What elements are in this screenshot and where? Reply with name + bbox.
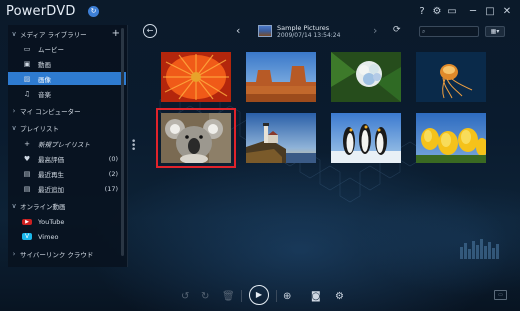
zoom-icon[interactable]: ⊕ — [283, 291, 291, 302]
tv-mode-icon[interactable]: ▭ — [445, 5, 459, 19]
add-library-icon[interactable]: + — [112, 28, 120, 39]
sidebar-item-label: 最近追加 — [38, 185, 64, 194]
toolbar-separator — [241, 290, 242, 302]
sidebar-item-music[interactable]: ♫ 音楽 — [8, 87, 126, 100]
mini-player-button[interactable]: ▭ — [494, 290, 507, 300]
search-icon: ⌕ — [422, 28, 426, 35]
app-title: PowerDVD — [6, 4, 76, 19]
sidebar-item-vimeo[interactable]: V Vimeo — [8, 230, 126, 243]
photo-grid — [155, 52, 505, 168]
sidebar-item-movies[interactable]: ▭ ムービー — [8, 42, 126, 55]
album-thumbnail — [258, 25, 272, 37]
settings-gear-icon[interactable]: ⚙ — [430, 5, 444, 19]
sidebar-item-label: 新規プレイリスト — [38, 140, 90, 149]
help-icon[interactable]: ? — [415, 5, 429, 19]
photo-thumbnail-lighthouse[interactable] — [246, 113, 316, 163]
sidebar-item-label: 動画 — [38, 60, 51, 69]
audio-spectrum-decoration — [460, 239, 499, 259]
item-count: (17) — [104, 184, 118, 193]
item-count: (0) — [108, 154, 118, 163]
album-name: Sample Pictures — [277, 24, 330, 32]
sidebar-item-my-computer[interactable]: › マイ コンピューター — [8, 104, 126, 117]
sidebar-item-label: 音楽 — [38, 90, 51, 99]
sidebar-item-label: サイバーリンク クラウド — [20, 250, 94, 259]
photo-thumbnail-chrysanthemum[interactable] — [161, 52, 231, 102]
sidebar-item-label: マイ コンピューター — [20, 107, 81, 116]
sidebar-item-online-videos[interactable]: ∨ オンライン動画 — [8, 199, 126, 212]
sidebar-item-label: 最近再生 — [38, 170, 64, 179]
minimize-icon[interactable]: ─ — [466, 5, 480, 19]
maximize-icon[interactable]: □ — [483, 5, 497, 19]
recent-list-icon: ▤ — [23, 169, 31, 178]
sidebar-item-new-playlist[interactable]: + 新規プレイリスト — [8, 137, 126, 150]
powerdvd-window: PowerDVD ↻ ? ⚙ ▭ ─ □ ✕ ∨ メディア ライブラリー + ▭… — [0, 0, 520, 311]
sidebar-item-cyberlink-cloud[interactable]: › サイバーリンク クラウド — [8, 247, 126, 260]
sidebar-item-recently-added[interactable]: ▤ 最近追加 (17) — [8, 182, 126, 195]
play-button[interactable]: ▶ — [249, 285, 269, 305]
sidebar-item-recently-played[interactable]: ▤ 最近再生 (2) — [8, 167, 126, 180]
delete-icon[interactable]: 🗑 — [222, 291, 235, 302]
photo-thumbnail-tulips[interactable] — [416, 113, 488, 163]
sidebar-item-top-rated[interactable]: ♥ 最高評価 (0) — [8, 152, 126, 165]
vimeo-icon: V — [22, 233, 32, 240]
toolbar-separator — [276, 290, 277, 302]
view-mode-button[interactable]: ▦▾ — [485, 26, 505, 37]
photo-thumbnail-desert[interactable] — [246, 52, 316, 102]
movie-icon: ▭ — [23, 44, 31, 53]
sidebar-item-label: ムービー — [38, 45, 64, 54]
sidebar-item-label: オンライン動画 — [20, 202, 66, 211]
sidebar-item-label: メディア ライブラリー — [20, 30, 87, 39]
chevron-right-icon: › — [12, 106, 16, 115]
picture-icon: ▨ — [23, 74, 31, 83]
chevron-down-icon: ∨ — [11, 123, 17, 132]
sidebar-scrollbar[interactable] — [121, 28, 124, 256]
chevron-down-icon: ∨ — [11, 29, 17, 38]
photo-thumbnail-penguins[interactable] — [331, 113, 401, 163]
sidebar-item-label: Vimeo — [38, 232, 59, 241]
sidebar-item-media-library[interactable]: ∨ メディア ライブラリー + — [8, 27, 126, 40]
rotate-left-icon[interactable]: ↺ — [181, 291, 189, 302]
sidebar-item-pictures[interactable]: ▨ 画像 — [8, 72, 126, 85]
sidebar-item-playlists[interactable]: ∨ プレイリスト — [8, 121, 126, 134]
plus-icon: + — [24, 139, 30, 148]
sidebar-item-label: 画像 — [38, 75, 51, 84]
chevron-right-icon: › — [12, 249, 16, 258]
rotate-right-icon[interactable]: ↻ — [201, 291, 209, 302]
next-album-button[interactable]: › — [373, 24, 377, 37]
search-input[interactable]: ⌕ — [419, 26, 479, 37]
sidebar-item-label: 最高評価 — [38, 155, 64, 164]
panel-resize-handle[interactable]: • • • — [131, 138, 136, 155]
close-icon[interactable]: ✕ — [500, 5, 514, 19]
photo-thumbnail-jellyfish[interactable] — [416, 52, 486, 102]
youtube-icon: ▶ — [22, 218, 32, 225]
music-icon: ♫ — [23, 89, 31, 98]
vr-mode-icon[interactable]: ◙ — [311, 291, 321, 302]
title-bar: PowerDVD ↻ ? ⚙ ▭ ─ □ ✕ — [0, 0, 520, 24]
sidebar-item-youtube[interactable]: ▶ YouTube — [8, 215, 126, 228]
update-badge-icon[interactable]: ↻ — [88, 6, 99, 17]
item-count: (2) — [108, 169, 118, 178]
chevron-down-icon: ∨ — [11, 201, 17, 210]
sidebar-item-label: YouTube — [38, 217, 65, 226]
photo-thumbnail-hydrangeas[interactable] — [331, 52, 401, 102]
back-button[interactable]: ← — [143, 24, 157, 38]
heart-icon: ♥ — [23, 154, 31, 163]
sidebar-item-label: プレイリスト — [20, 124, 59, 133]
photo-thumbnail-koala[interactable] — [156, 108, 236, 168]
video-icon: ▣ — [23, 59, 31, 68]
sidebar-item-videos[interactable]: ▣ 動画 — [8, 57, 126, 70]
refresh-icon[interactable]: ⟳ — [393, 25, 401, 35]
previous-album-button[interactable]: ‹ — [236, 24, 240, 37]
recent-list-icon: ▤ — [23, 184, 31, 193]
sidebar: ∨ メディア ライブラリー + ▭ ムービー ▣ 動画 ▨ 画像 ♫ 音楽 › … — [8, 25, 128, 267]
album-date: 2009/07/14 13:54:24 — [277, 32, 341, 39]
settings-icon[interactable]: ⚙ — [335, 291, 344, 302]
